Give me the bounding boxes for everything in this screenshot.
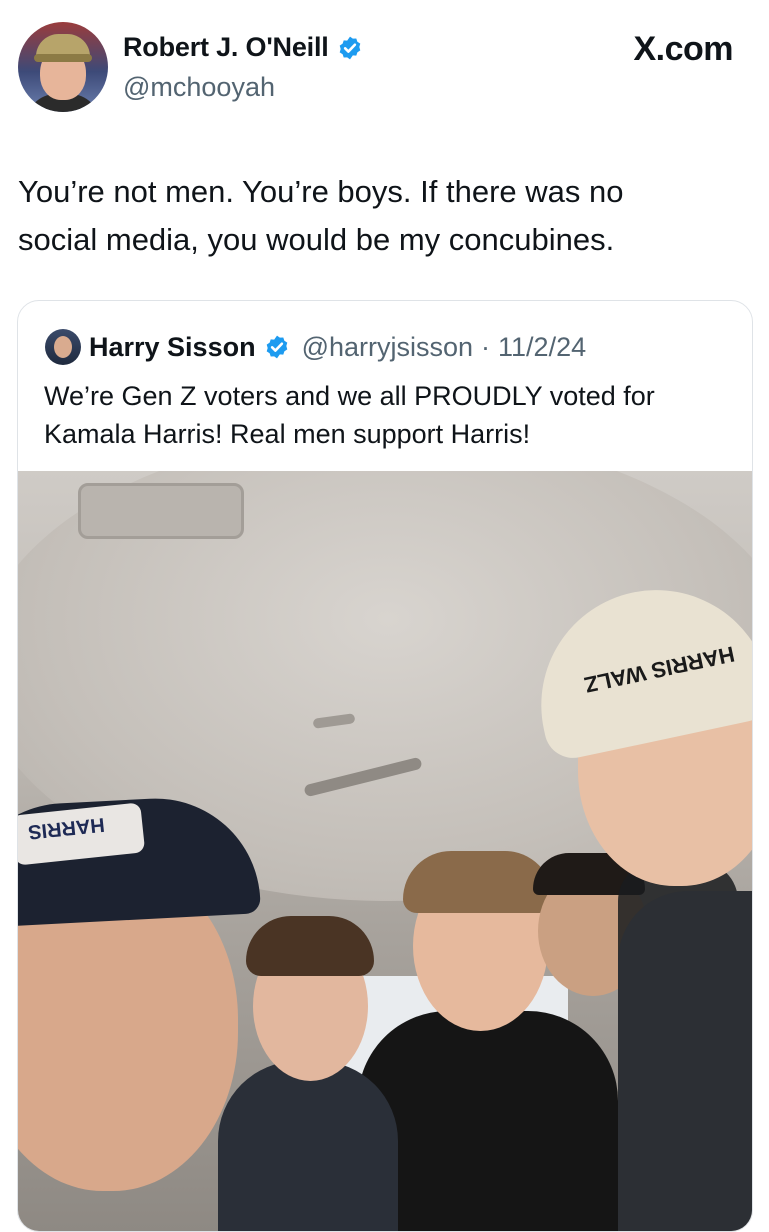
quoted-tweet-text: We’re Gen Z voters and we all PROUDLY vo… bbox=[44, 381, 655, 449]
avatar-cap-bill bbox=[34, 54, 92, 62]
quoted-author-name[interactable]: Harry Sisson bbox=[89, 332, 256, 363]
quoted-tweet[interactable]: Harry Sisson @harryjsisson · 11/2/24 We’… bbox=[17, 300, 753, 1232]
brand-logo: X.com bbox=[633, 30, 733, 68]
quoted-separator: · bbox=[481, 331, 491, 362]
quoted-tweet-header: Harry Sisson @harryjsisson · 11/2/24 bbox=[45, 329, 586, 365]
tweet-text: You’re not men. You’re boys. If there wa… bbox=[18, 174, 624, 257]
quoted-tweet-photo[interactable]: HARRIS WALZ HARRIS bbox=[18, 471, 752, 1231]
photo-person-body bbox=[618, 891, 752, 1231]
author-display-name[interactable]: Robert J. O'Neill bbox=[123, 32, 329, 63]
quoted-author-avatar[interactable] bbox=[45, 329, 81, 365]
verified-badge-icon bbox=[339, 36, 360, 59]
quoted-verified-badge-icon bbox=[266, 335, 287, 359]
tweet-header: Robert J. O'Neill @mchooyah X.com bbox=[0, 0, 769, 140]
photo-person-body bbox=[218, 1061, 398, 1231]
photo-person-hair bbox=[246, 916, 374, 976]
author-handle[interactable]: @mchooyah bbox=[123, 72, 275, 103]
quoted-date[interactable]: 11/2/24 bbox=[498, 332, 586, 363]
quoted-author-handle[interactable]: @harryjsisson bbox=[302, 332, 473, 363]
author-avatar[interactable] bbox=[18, 22, 108, 112]
author-name-row: Robert J. O'Neill bbox=[123, 32, 363, 63]
photo-dome-light bbox=[78, 483, 244, 539]
photo-person-hair bbox=[403, 851, 553, 913]
